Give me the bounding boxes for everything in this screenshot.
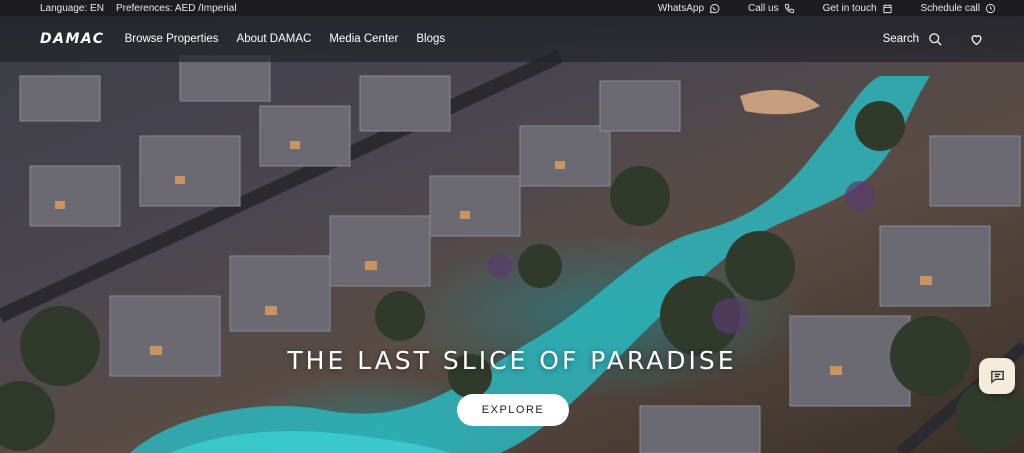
schedule-call-link[interactable]: Schedule call	[921, 3, 996, 14]
main-nav: DAMAC Browse Properties About DAMAC Medi…	[0, 16, 1024, 62]
schedule-call-label: Schedule call	[920, 2, 980, 14]
explore-button[interactable]: EXPLORE	[457, 394, 569, 426]
calendar-icon	[882, 3, 892, 13]
nav-browse-properties[interactable]: Browse Properties	[125, 33, 219, 45]
phone-icon	[784, 3, 794, 13]
nav-about-damac[interactable]: About DAMAC	[237, 33, 312, 45]
language-selector[interactable]: Language: EN	[40, 3, 104, 14]
whatsapp-icon	[709, 3, 720, 13]
hero-image	[0, 16, 1024, 453]
nav-links: Browse Properties About DAMAC Media Cent…	[125, 33, 446, 45]
utility-right: WhatsApp Call us Get in touch Schedule c…	[658, 3, 996, 14]
heart-icon[interactable]	[969, 32, 984, 47]
preferences-selector[interactable]: Preferences: AED /Imperial	[116, 3, 237, 14]
call-us-label: Call us	[748, 2, 779, 14]
clock-phone-icon	[985, 3, 996, 13]
search-label: Search	[882, 33, 919, 45]
chat-button[interactable]	[979, 358, 1015, 394]
get-in-touch-label: Get in touch	[822, 2, 877, 14]
search-button[interactable]: Search	[883, 32, 943, 47]
damac-logo[interactable]: DAMAC	[40, 31, 105, 47]
nav-media-center[interactable]: Media Center	[329, 33, 398, 45]
whatsapp-label: WhatsApp	[657, 2, 705, 14]
nav-blogs[interactable]: Blogs	[416, 33, 445, 45]
nav-actions: Search	[883, 32, 984, 47]
search-icon	[929, 32, 942, 46]
chat-icon	[990, 370, 1004, 384]
utility-left: Language: EN Preferences: AED /Imperial	[40, 3, 237, 14]
hero-scene-illustration	[0, 49, 1024, 453]
get-in-touch-link[interactable]: Get in touch	[823, 3, 893, 14]
utility-bar: Language: EN Preferences: AED /Imperial …	[0, 0, 1024, 16]
whatsapp-link[interactable]: WhatsApp	[658, 3, 720, 14]
hero-headline: THE LAST SLICE OF PARADISE	[287, 346, 737, 375]
call-us-link[interactable]: Call us	[748, 3, 795, 14]
